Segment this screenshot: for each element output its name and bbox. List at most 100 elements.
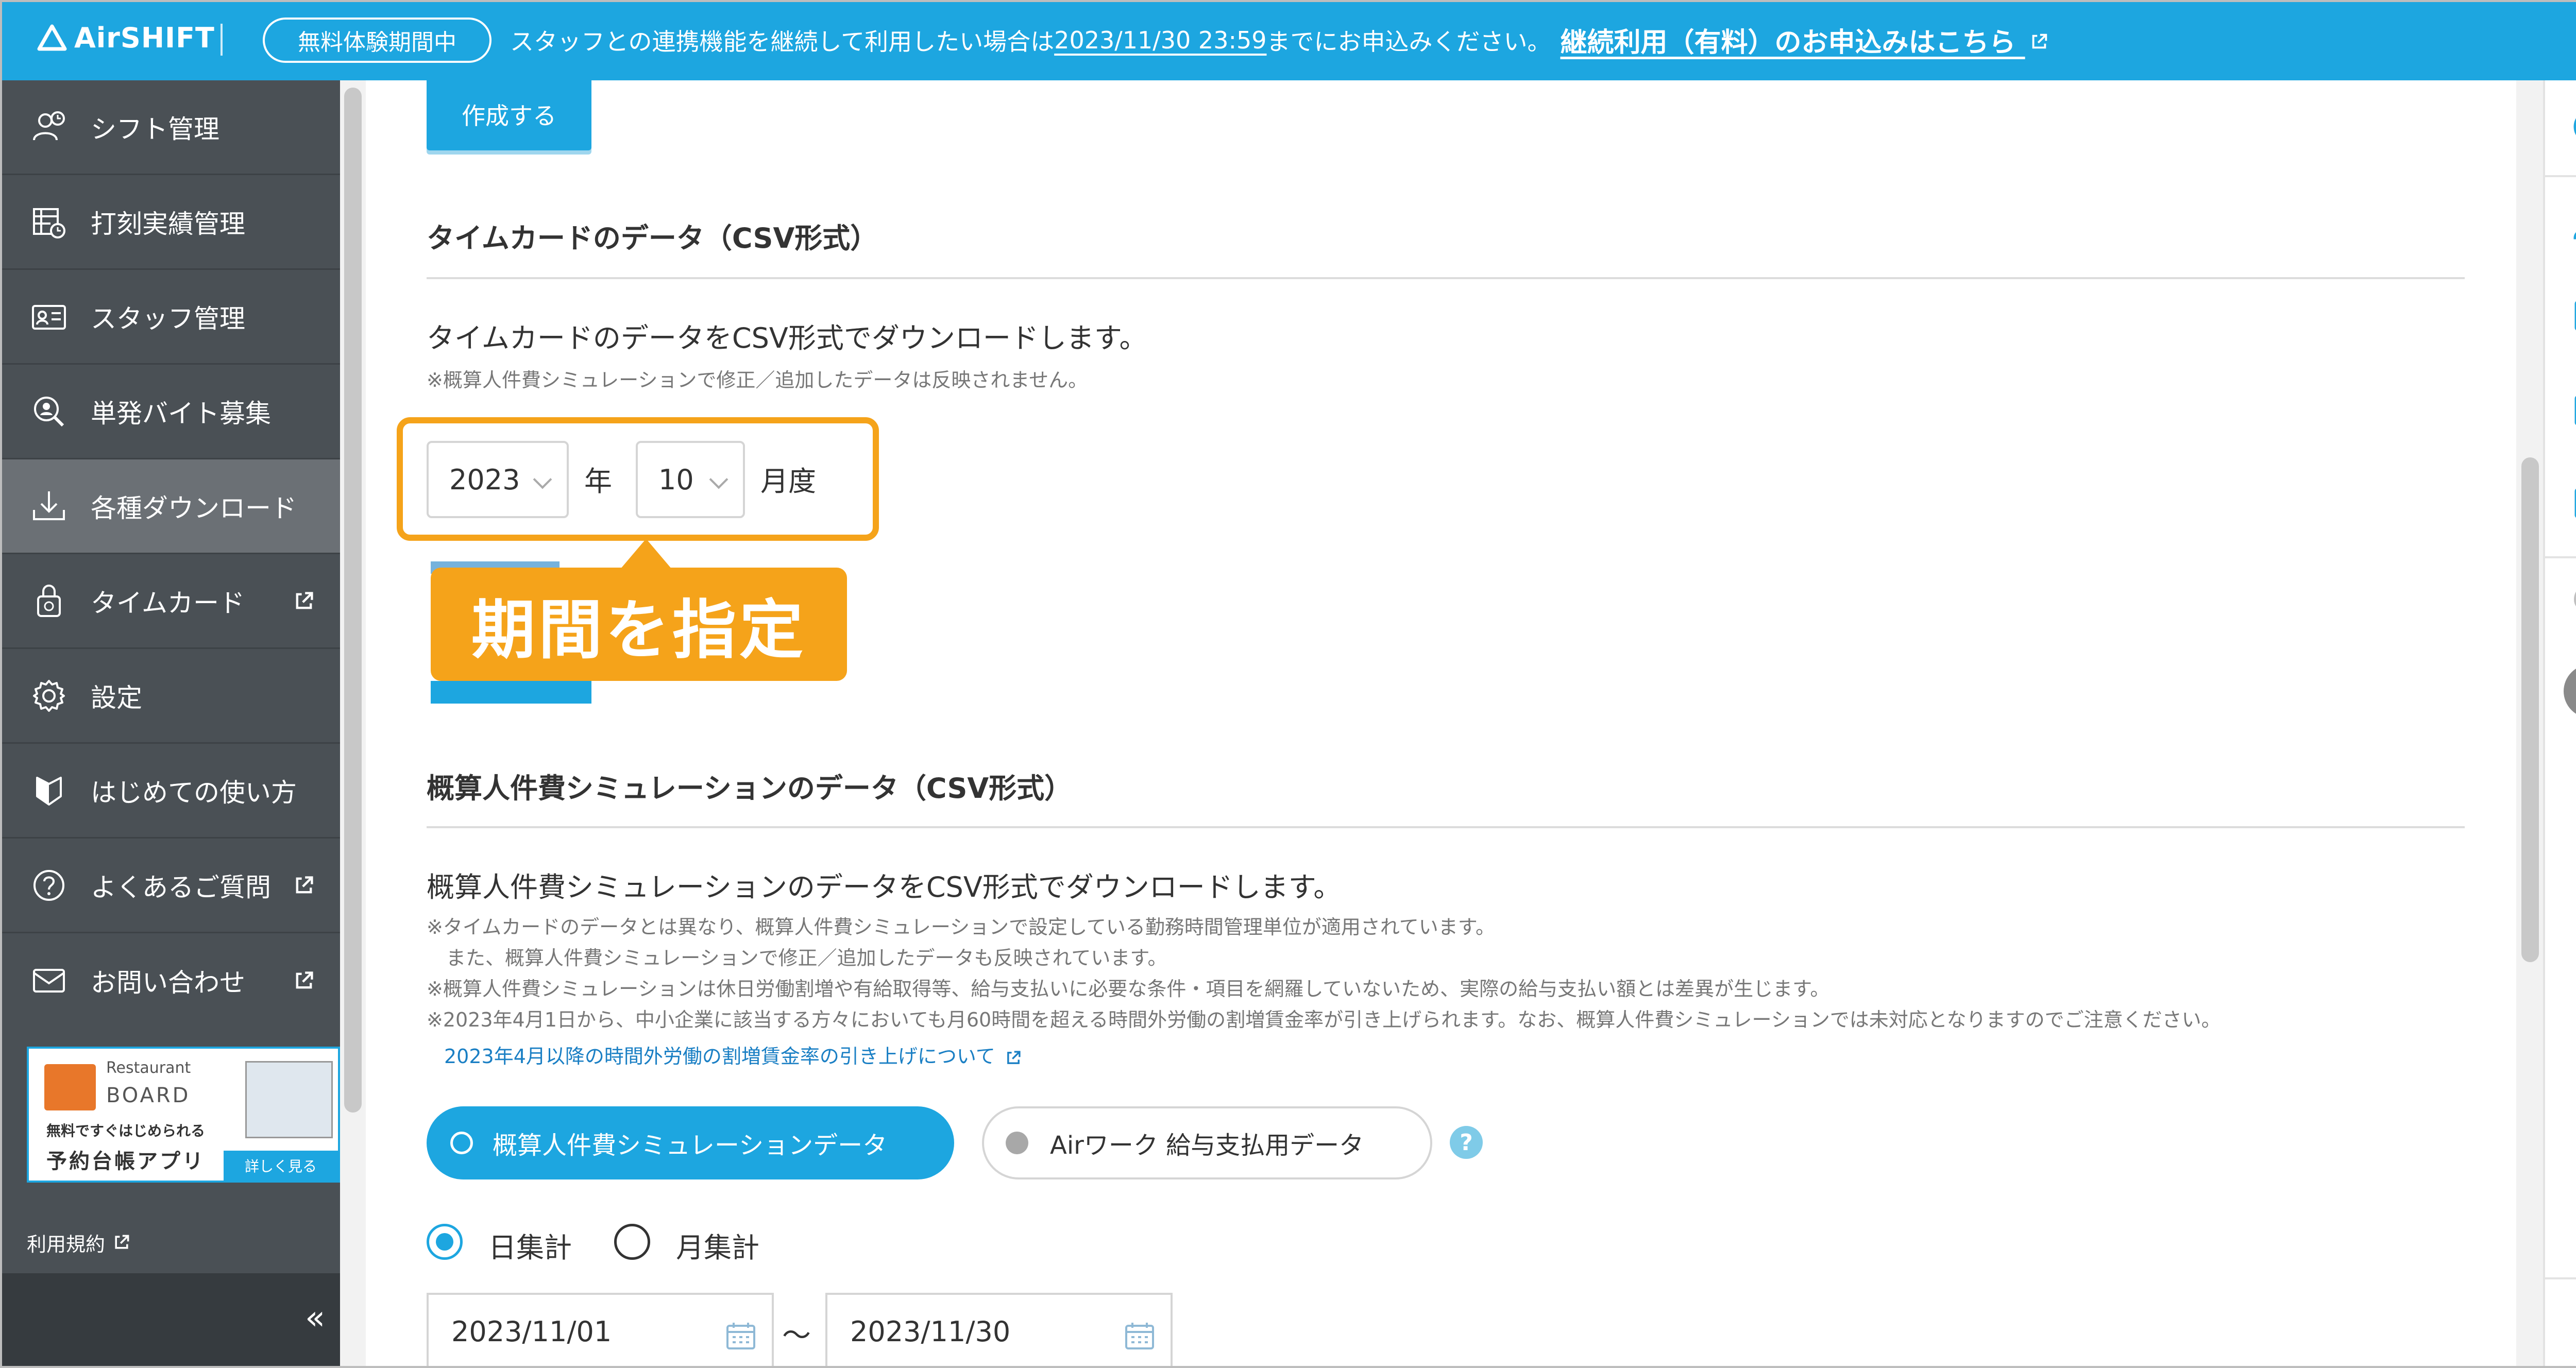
external-link-icon: [1007, 1050, 1021, 1064]
sidebar-item-label: 打刻実績管理: [91, 209, 245, 239]
radio-monthly-aggregate[interactable]: [614, 1224, 650, 1260]
option-label: 概算人件費シミュレーションデータ: [493, 1131, 888, 1160]
sidebar-item-download[interactable]: 各種ダウンロード: [0, 459, 340, 554]
wage-rate-link[interactable]: 2023年4月以降の時間外労働の割増賃金率の引き上げについて: [444, 1040, 1022, 1069]
sidebar-item-label: 単発バイト募集: [91, 398, 271, 429]
timecard-description: タイムカードのデータをCSV形式でダウンロードします。: [427, 322, 1147, 354]
wage-rate-link-label: 2023年4月以降の時間外労働の割増賃金率の引き上げについて: [444, 1045, 995, 1068]
end-date-input[interactable]: 2023/11/30: [825, 1293, 1173, 1368]
question-circle-icon: [33, 869, 64, 901]
sidebar-item-label: お問い合わせ: [91, 968, 245, 998]
section-divider: [427, 277, 2465, 279]
restaurant-board-banner[interactable]: Restaurant BOARD 無料ですぐはじめられる 予約台帳アプリ 詳しく…: [27, 1047, 340, 1183]
timecard-section-title: タイムカードのデータ（CSV形式）: [427, 222, 878, 254]
simulation-notes: ※タイムカードのデータとは異なり、概算人件費シミュレーションで設定している勤務時…: [427, 916, 2221, 1031]
mail-icon: [33, 969, 65, 993]
airshift-logo[interactable]: AirSHIFT: [37, 22, 215, 54]
sidebar-item-getting-started[interactable]: はじめての使い方: [0, 744, 340, 839]
rail-divider: [2545, 175, 2576, 177]
sidebar-item-label: 各種ダウンロード: [91, 493, 297, 523]
sidebar-item-timecard[interactable]: タイムカード: [0, 554, 340, 649]
trial-notice: スタッフとの連携機能を継続して利用したい場合は 2023/11/30 23:59…: [510, 21, 2049, 59]
radio-daily-aggregate[interactable]: [427, 1224, 463, 1260]
rail-divider: [2545, 1277, 2576, 1279]
external-link-icon: [2032, 33, 2047, 49]
external-link-icon: [296, 876, 313, 893]
sidebar-item-contact[interactable]: お問い合わせ: [0, 933, 340, 1028]
notice-deadline: 2023/11/30 23:59: [1054, 26, 1267, 54]
logo-triangle-icon: [37, 24, 67, 50]
pending-document-icon[interactable]: [2570, 391, 2576, 433]
continue-subscription-link[interactable]: 継続利用（有料）のお申込みはこちら: [1561, 21, 2049, 59]
double-chevron-left-icon: «: [305, 1299, 326, 1337]
help-question-icon[interactable]: ?: [1450, 1126, 1483, 1159]
banner-title: 予約台帳アプリ: [46, 1150, 205, 1173]
info-icon[interactable]: [2570, 106, 2576, 147]
date-range-separator: 〜: [782, 1319, 811, 1353]
timecard-lock-icon: [37, 584, 61, 617]
external-link-icon: [296, 591, 313, 609]
data-type-option-simulation[interactable]: 概算人件費シミュレーションデータ: [427, 1106, 954, 1179]
shift-management-icon: [33, 111, 65, 140]
staff-document-icon[interactable]: [2570, 484, 2576, 525]
terms-label: 利用規約: [27, 1233, 106, 1256]
approval-document-icon[interactable]: [2570, 297, 2576, 338]
simulation-section-title: 概算人件費シミュレーションのデータ（CSV形式）: [427, 772, 1073, 805]
external-link-icon: [296, 971, 313, 989]
sidebar-item-settings[interactable]: 設定: [0, 649, 340, 744]
sidebar-item-recruit[interactable]: 単発バイト募集: [0, 365, 340, 459]
start-date-value: 2023/11/01: [451, 1315, 612, 1348]
staff-card-icon: [32, 304, 66, 330]
partially-hidden-button[interactable]: [431, 681, 591, 704]
search-person-icon: [34, 396, 64, 426]
main-scrollbar-thumb[interactable]: [2521, 457, 2539, 962]
restaurant-board-logo: [44, 1064, 96, 1110]
sidebar-item-staff[interactable]: スタッフ管理: [0, 270, 340, 365]
gear-icon: [33, 679, 65, 712]
terms-link[interactable]: 利用規約: [0, 1211, 340, 1273]
sidebar-item-label: 設定: [91, 682, 142, 713]
radio-daily-label: 日集計: [488, 1232, 572, 1264]
sidebar-item-label: スタッフ管理: [91, 303, 245, 334]
sidebar-item-clock-records[interactable]: 打刻実績管理: [0, 175, 340, 270]
sidebar-collapse-button[interactable]: «: [0, 1273, 340, 1368]
calendar-icon[interactable]: [725, 1322, 756, 1350]
logo-text: AirSHIFT: [74, 22, 215, 54]
attendance-table-icon: [33, 208, 65, 238]
banner-more-label: 詳しく見る: [244, 1158, 317, 1175]
sidebar-scrollbar-thumb[interactable]: [344, 88, 362, 1113]
sidebar-item-label: はじめての使い方: [91, 777, 297, 808]
timecard-note: ※概算人件費シミュレーションで修正／追加したデータは反映されません。: [427, 369, 1088, 391]
rail-divider: [2545, 556, 2576, 558]
notice-prefix: スタッフとの連携機能を継続して利用したい場合は: [510, 27, 1055, 56]
option-label: Airワーク 給与支払用データ: [1050, 1131, 1364, 1160]
external-link-icon: [115, 1235, 129, 1249]
banner-more-button[interactable]: 詳しく見る: [224, 1151, 338, 1181]
data-type-option-airwork[interactable]: Airワーク 給与支払用データ: [982, 1106, 1432, 1179]
radio-dot-selected: [450, 1132, 473, 1154]
top-banner: AirSHIFT 無料体験期間中 スタッフとの連携機能を継続して利用したい場合は…: [0, 0, 2576, 80]
sidebar-item-faq[interactable]: よくあるご質問: [0, 839, 340, 933]
trial-badge: 無料体験期間中: [263, 18, 492, 63]
section-divider: [427, 826, 2465, 828]
sidebar-item-label: シフト管理: [91, 114, 219, 144]
app-screens-illustration: [245, 1061, 333, 1138]
simulation-description: 概算人件費シミュレーションのデータをCSV形式でダウンロードします。: [427, 871, 1342, 903]
start-date-input[interactable]: 2023/11/01: [427, 1293, 774, 1368]
radio-dot-unselected: [1006, 1132, 1028, 1154]
calendar-icon[interactable]: [1124, 1322, 1155, 1350]
add-user-icon[interactable]: [2570, 204, 2576, 245]
sidebar-item-shift[interactable]: シフト管理: [0, 80, 340, 175]
chat-bubble-icon[interactable]: [2570, 580, 2576, 621]
banner-brand-line2: BOARD: [106, 1084, 191, 1107]
banner-brand-line1: Restaurant: [106, 1059, 191, 1077]
logo-divider: [221, 24, 223, 56]
notice-suffix: までにお申込みください。: [1266, 27, 1551, 56]
create-button[interactable]: 作成する: [427, 78, 591, 150]
right-rail: [2543, 80, 2576, 1368]
sidebar-item-label: よくあるご質問: [91, 872, 271, 902]
period-highlight-frame: [397, 417, 879, 541]
period-callout: 期間を指定: [431, 568, 847, 681]
radio-monthly-label: 月集計: [676, 1232, 759, 1264]
sidebar-item-label: タイムカード: [91, 588, 245, 618]
